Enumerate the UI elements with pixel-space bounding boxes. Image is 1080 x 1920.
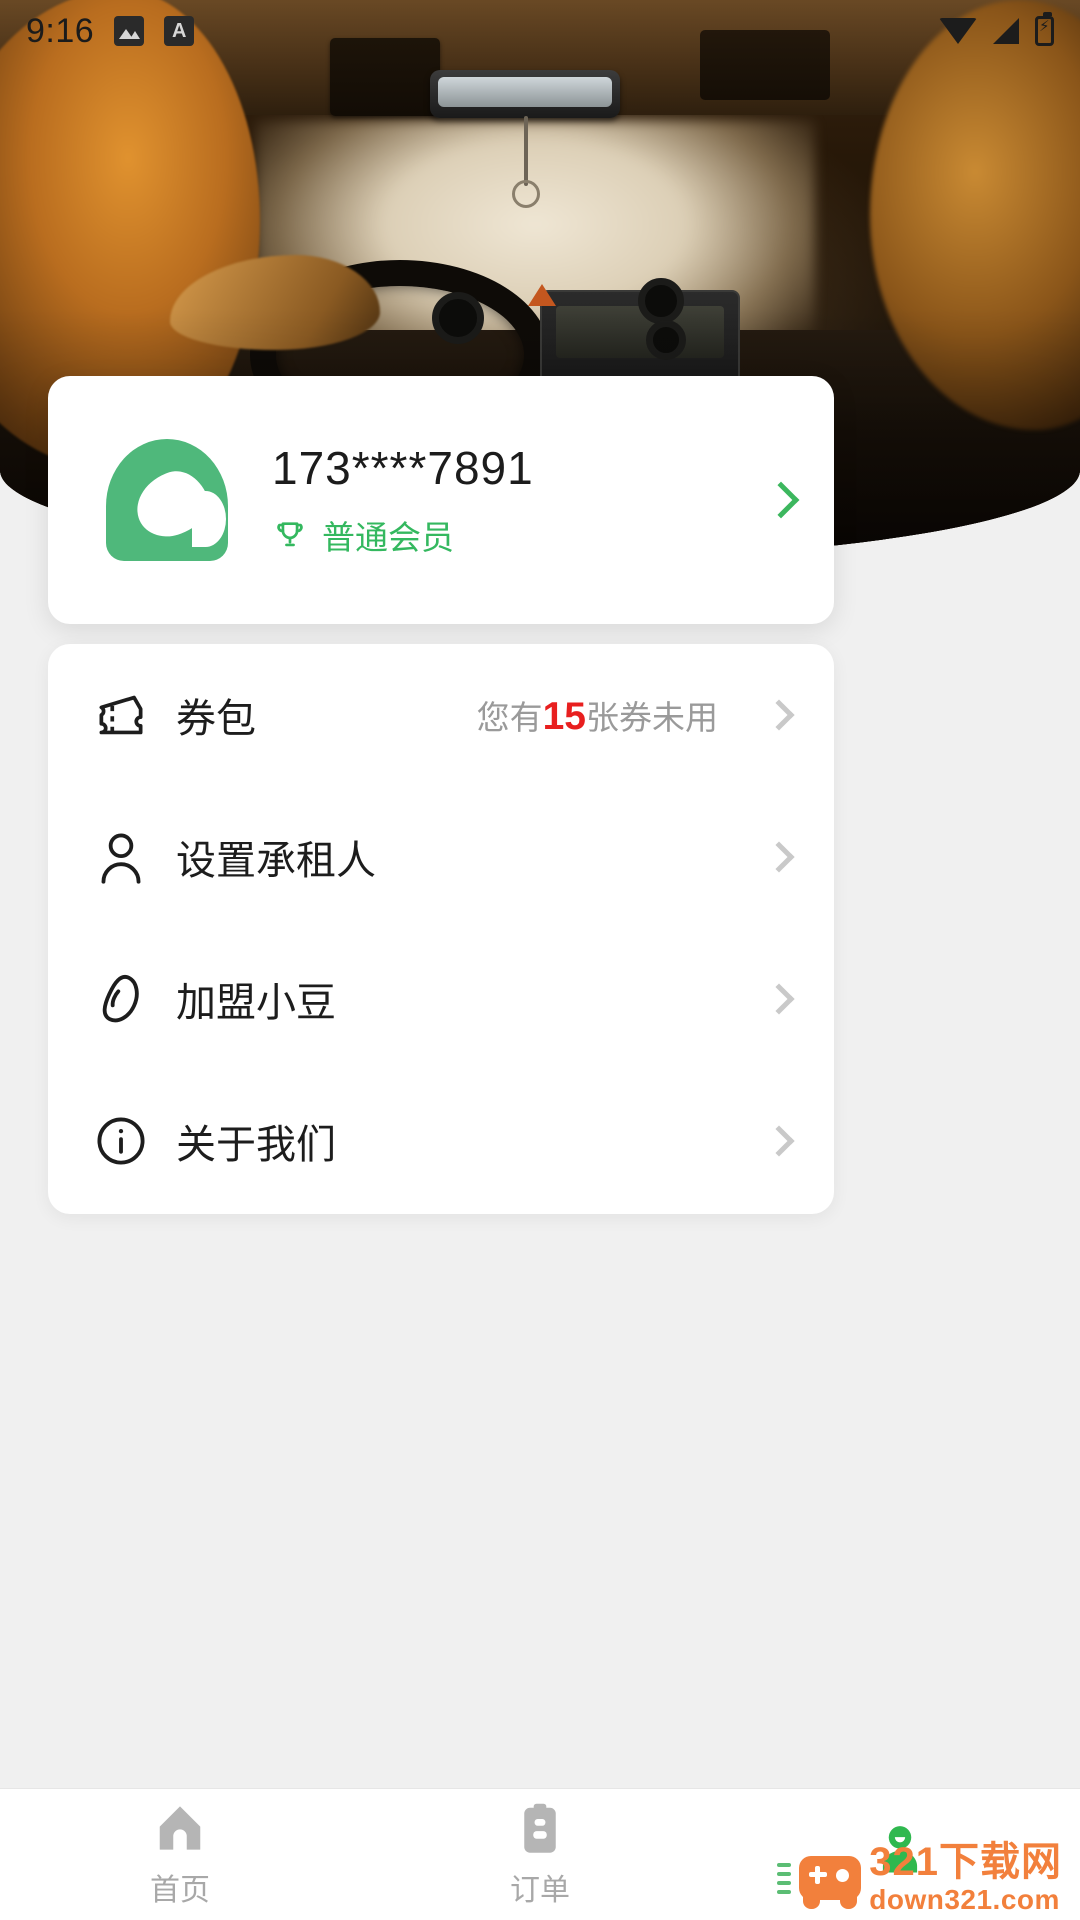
coupon-suffix: 张券未用 <box>586 699 718 736</box>
chevron-right-icon[interactable] <box>763 699 795 731</box>
clipboard-icon <box>513 1801 567 1855</box>
menu-card: 券包 您有15张券未用 设置承租人 加盟小豆 关于我们 <box>48 644 834 1214</box>
app-a-icon: A <box>164 16 195 46</box>
app-screen: 9:16 A 173****7891 <box>0 0 1080 1920</box>
info-icon <box>92 1112 150 1170</box>
watermark-brand-url: down321.com <box>869 1884 1060 1915</box>
menu-item-label: 关于我们 <box>176 1123 336 1167</box>
status-bar-right <box>939 12 1054 46</box>
coupon-count: 15 <box>542 695 586 738</box>
chevron-right-icon[interactable] <box>763 983 795 1015</box>
gamepad-icon <box>799 1856 862 1909</box>
profile-card[interactable]: 173****7891 普通会员 <box>48 376 834 624</box>
trophy-icon <box>272 518 308 552</box>
status-bar-clock: 9:16 <box>26 11 95 50</box>
coupon-prefix: 您有 <box>476 699 543 736</box>
profile-text-block: 173****7891 普通会员 <box>272 441 750 559</box>
nav-item-label: 订单 <box>510 1873 570 1907</box>
ticket-icon <box>92 686 150 744</box>
chevron-right-icon[interactable] <box>763 1125 795 1157</box>
nav-item-home[interactable]: 首页 <box>0 1789 360 1920</box>
person-icon <box>92 828 150 886</box>
app-logo-avatar <box>106 439 228 561</box>
menu-item-label: 设置承租人 <box>176 839 376 883</box>
chevron-right-icon[interactable] <box>763 841 795 873</box>
menu-item-label: 加盟小豆 <box>176 981 336 1025</box>
profile-phone-number: 173****7891 <box>272 442 534 494</box>
chevron-right-icon[interactable] <box>762 481 800 519</box>
watermark-text: 321下载网 down321.com <box>869 1842 1062 1914</box>
menu-item-set-lessee[interactable]: 设置承租人 <box>92 786 795 928</box>
gallery-icon <box>114 16 145 46</box>
wifi-icon <box>939 18 977 44</box>
status-bar: 9:16 A <box>0 0 1080 62</box>
menu-item-coupon-pack[interactable]: 券包 您有15张券未用 <box>92 644 795 786</box>
status-bar-left: 9:16 A <box>26 11 195 51</box>
nav-item-label: 首页 <box>150 1873 210 1907</box>
member-level-label: 普通会员 <box>322 519 454 556</box>
member-level-row: 普通会员 <box>272 511 750 559</box>
menu-item-join-xiaodou[interactable]: 加盟小豆 <box>92 928 795 1070</box>
menu-item-label: 券包 <box>176 697 256 741</box>
coupon-count-text: 您有15张券未用 <box>477 691 718 739</box>
bean-icon <box>92 970 150 1028</box>
menu-item-about-us[interactable]: 关于我们 <box>92 1070 795 1212</box>
watermark-brand-cn: 321下载网 <box>869 1840 1062 1884</box>
watermark-dots-icon <box>777 1862 792 1894</box>
cellular-signal-icon <box>993 18 1019 44</box>
home-icon <box>153 1801 207 1855</box>
site-watermark: 321下载网 down321.com <box>777 1842 1062 1914</box>
battery-charging-icon <box>1035 12 1054 46</box>
nav-item-orders[interactable]: 订单 <box>360 1789 720 1920</box>
